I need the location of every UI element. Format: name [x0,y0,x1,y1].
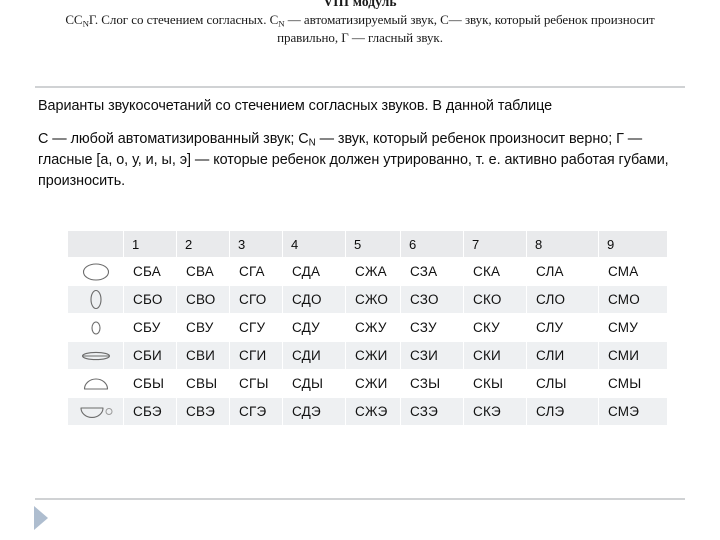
body-paragraph-2-subscript: N [308,137,316,149]
syllable-cell: СЛЫ [527,370,598,397]
syllable-cell: СБА [124,258,176,285]
module-title: VIII модуль [323,0,397,9]
syllable-cell: СДА [283,258,345,285]
body-paragraph-2-part1: С — любой автоматизированный звук; С [38,131,309,147]
module-subtitle: CCNГ. Слог со стечением согласных. CN — … [35,11,685,46]
mouth-flat-ellipse-icon [81,351,110,360]
syllable-cell: СЗУ [401,314,463,341]
syllable-cell: СЛА [527,258,598,285]
body-paragraph-2: С — любой автоматизированный звук; СN — … [38,129,686,192]
syllable-cell: СГА [230,258,282,285]
module-subtitle-part1: CC [65,12,83,27]
syllable-cell: СВО [177,286,229,313]
syllable-cell: СКИ [464,342,526,369]
syllable-cell: СГЫ [230,370,282,397]
slide-heading: VIII модуль CCNГ. Слог со стечением согл… [35,0,685,46]
syllable-cell: СКО [464,286,526,313]
syllable-cell: СЛЭ [527,398,598,425]
syllable-cell: СЖИ [346,342,400,369]
syllable-cell: СКА [464,258,526,285]
table-corner-header [68,231,123,257]
table-row: СБА СВА СГА СДА СЖА СЗА СКА СЛА СМА [68,258,667,285]
column-header-7: 7 [464,231,526,257]
syllable-cell: СЖУ [346,314,400,341]
syllable-table: 1 2 3 4 5 6 7 8 9 СБА СВА СГА СДА СЖА СЗ… [67,230,668,426]
syllable-cell: СЖО [346,286,400,313]
syllable-cell: СДЭ [283,398,345,425]
column-header-6: 6 [401,231,463,257]
syllable-cell: СДО [283,286,345,313]
column-header-9: 9 [599,231,667,257]
mouth-wide-oval-icon [82,262,109,281]
top-divider [35,86,685,88]
syllable-cell: СБИ [124,342,176,369]
vowel-icon-cell-o [68,286,123,313]
column-header-8: 8 [527,231,598,257]
body-text-block: Варианты звукосочетаний со стечением сог… [38,96,686,192]
syllable-cell: СБЭ [124,398,176,425]
syllable-cell: СГО [230,286,282,313]
mouth-bowl-icon [79,406,112,418]
column-header-1: 1 [124,231,176,257]
mouth-tall-narrow-oval-icon [89,289,102,310]
syllable-cell: СВИ [177,342,229,369]
table-row: СБЭ СВЭ СГЭ СДЭ СЖЭ СЗЭ СКЭ СЛЭ СМЭ [68,398,667,425]
column-header-2: 2 [177,231,229,257]
syllable-cell: СМИ [599,342,667,369]
syllable-cell: СВЭ [177,398,229,425]
syllable-cell: СБЫ [124,370,176,397]
bottom-divider [35,498,685,500]
column-header-3: 3 [230,231,282,257]
syllable-cell: СВУ [177,314,229,341]
syllable-cell: СДЫ [283,370,345,397]
syllable-cell: СЛИ [527,342,598,369]
syllable-table-wrapper: 1 2 3 4 5 6 7 8 9 СБА СВА СГА СДА СЖА СЗ… [67,230,668,426]
module-subtitle-part2: Г. Слог со стечением согласных. C [88,12,279,27]
table-row: СБЫ СВЫ СГЫ СДЫ СЖИ СЗЫ СКЫ СЛЫ СМЫ [68,370,667,397]
syllable-cell: СМЭ [599,398,667,425]
syllable-cell: СМО [599,286,667,313]
column-header-4: 4 [283,231,345,257]
syllable-cell: СМА [599,258,667,285]
column-header-5: 5 [346,231,400,257]
table-row: СБУ СВУ СГУ СДУ СЖУ СЗУ СКУ СЛУ СМУ [68,314,667,341]
module-subtitle-part3: — автоматизируемый звук, С— звук, которы… [277,12,655,45]
syllable-cell: СМЫ [599,370,667,397]
syllable-cell: СДИ [283,342,345,369]
syllable-cell: СДУ [283,314,345,341]
vowel-icon-cell-e [68,398,123,425]
syllable-cell: СКУ [464,314,526,341]
mouth-small-oval-icon [90,320,101,335]
vowel-icon-cell-y [68,370,123,397]
table-row: СБИ СВИ СГИ СДИ СЖИ СЗИ СКИ СЛИ СМИ [68,342,667,369]
vowel-icon-cell-u [68,314,123,341]
table-row: СБО СВО СГО СДО СЖО СЗО СКО СЛО СМО [68,286,667,313]
syllable-cell: СВА [177,258,229,285]
syllable-cell: СГУ [230,314,282,341]
vowel-icon-cell-a [68,258,123,285]
syllable-cell: СКЭ [464,398,526,425]
syllable-cell: СЗО [401,286,463,313]
syllable-cell: СЗЭ [401,398,463,425]
syllable-cell: СЖА [346,258,400,285]
body-paragraph-1: Варианты звукосочетаний со стечением сог… [38,98,553,114]
syllable-cell: СЛУ [527,314,598,341]
vowel-icon-cell-i [68,342,123,369]
syllable-cell: СКЫ [464,370,526,397]
syllable-cell: СГИ [230,342,282,369]
mouth-dome-icon [83,378,108,390]
syllable-cell: СБО [124,286,176,313]
syllable-cell: СЛО [527,286,598,313]
next-slide-triangle-icon[interactable] [34,506,48,530]
table-header-row: 1 2 3 4 5 6 7 8 9 [68,231,667,257]
syllable-cell: СЗА [401,258,463,285]
syllable-cell: СБУ [124,314,176,341]
syllable-cell: СЗЫ [401,370,463,397]
syllable-cell: СМУ [599,314,667,341]
syllable-cell: СЗИ [401,342,463,369]
syllable-cell: СВЫ [177,370,229,397]
syllable-cell: СЖИ [346,370,400,397]
syllable-cell: СЖЭ [346,398,400,425]
syllable-cell: СГЭ [230,398,282,425]
